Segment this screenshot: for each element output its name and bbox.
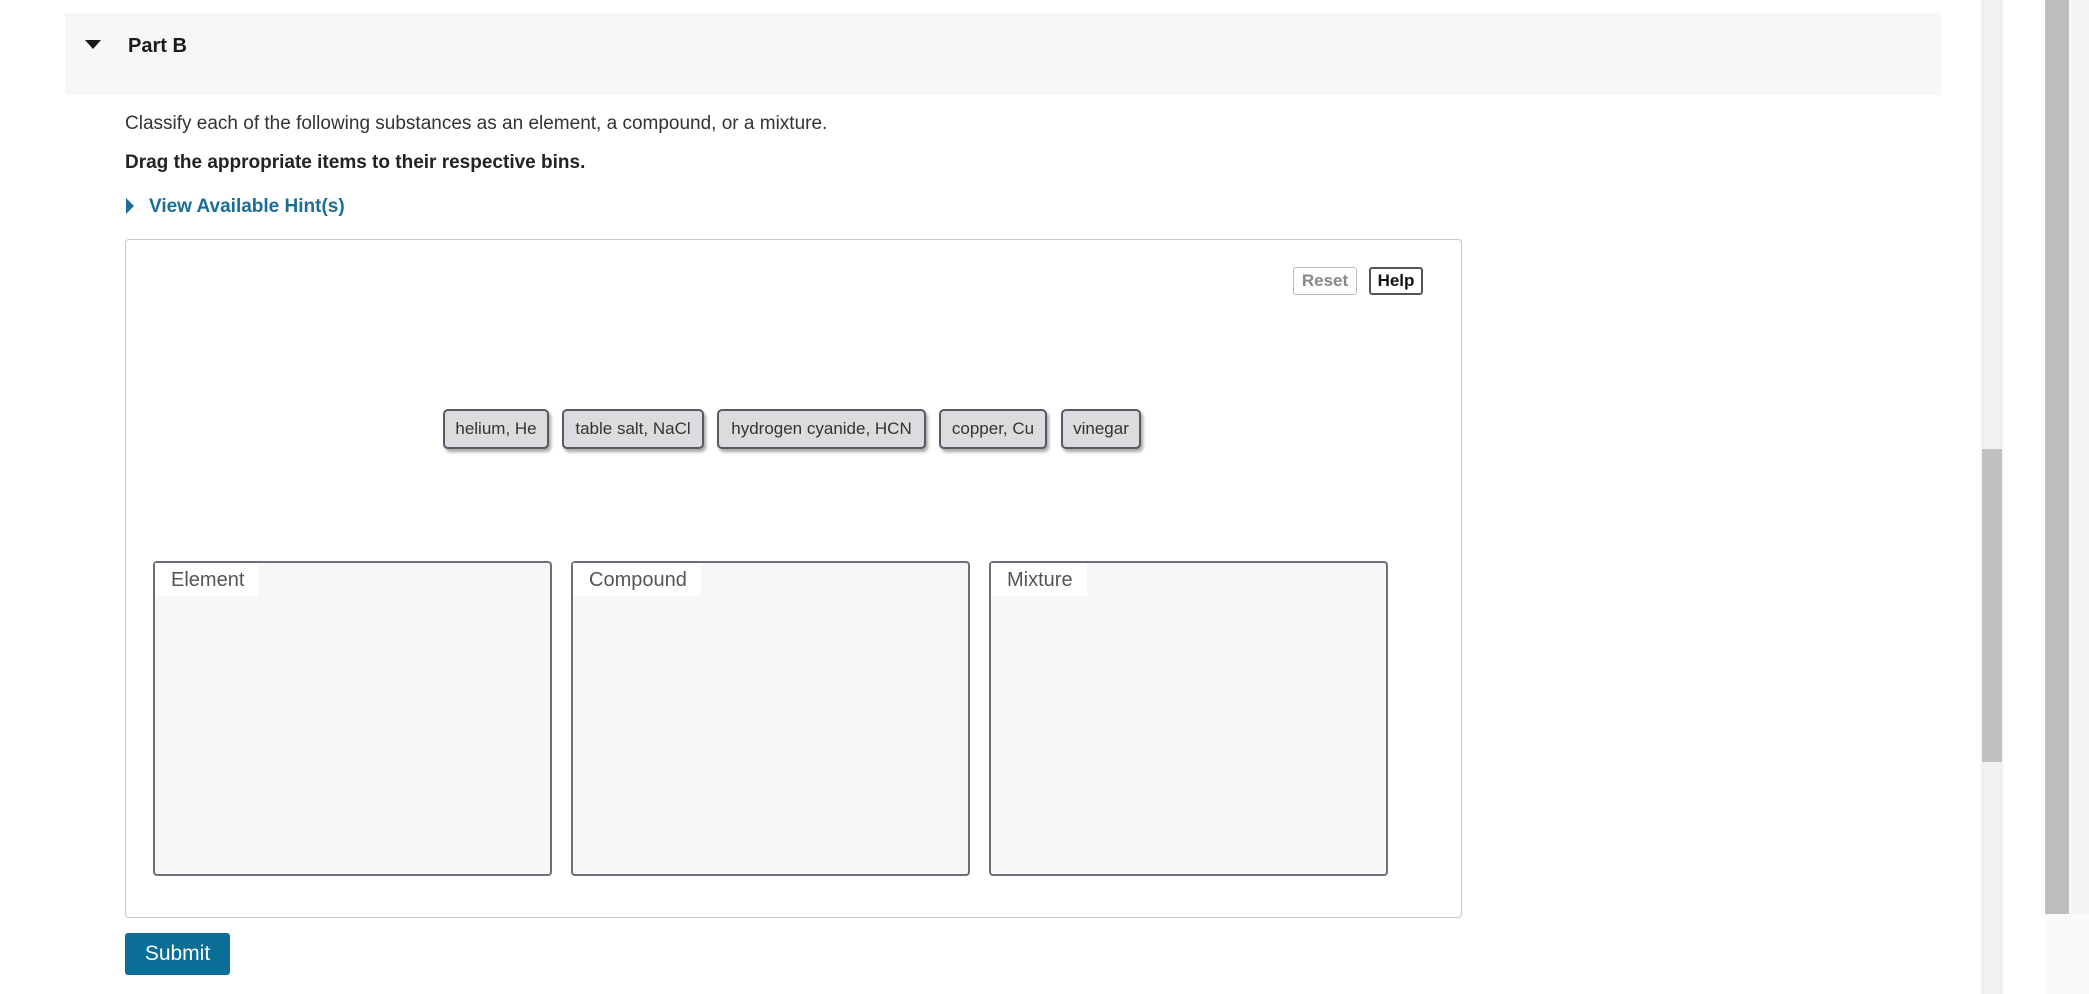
bin-element[interactable]: Element	[153, 561, 552, 876]
part-title: Part B	[128, 35, 187, 57]
submit-button[interactable]: Submit	[125, 933, 230, 975]
reset-button[interactable]: Reset	[1293, 267, 1357, 295]
part-header[interactable]	[65, 13, 1941, 95]
caret-right-icon[interactable]	[126, 198, 134, 214]
help-button[interactable]: Help	[1369, 267, 1423, 295]
question-instruction: Drag the appropriate items to their resp…	[125, 152, 586, 173]
bin-mixture[interactable]: Mixture	[989, 561, 1388, 876]
view-hints-link[interactable]: View Available Hint(s)	[149, 196, 345, 218]
draggable-item-copper[interactable]: copper, Cu	[939, 409, 1047, 449]
bin-label-compound: Compound	[573, 563, 701, 596]
outer-scrollbar-thumb[interactable]	[2046, 0, 2068, 914]
draggable-item-helium[interactable]: helium, He	[443, 409, 549, 449]
draggable-item-vinegar[interactable]: vinegar	[1061, 409, 1141, 449]
window-edge	[2069, 0, 2089, 994]
bin-label-mixture: Mixture	[991, 563, 1087, 596]
caret-down-icon[interactable]	[85, 40, 101, 49]
outer-scrollbar-corner	[2045, 914, 2089, 994]
draggable-item-hydrogen-cyanide[interactable]: hydrogen cyanide, HCN	[717, 409, 926, 449]
draggable-item-table-salt[interactable]: table salt, NaCl	[562, 409, 704, 449]
page-scrollbar-thumb[interactable]	[1982, 449, 2002, 762]
bin-compound[interactable]: Compound	[571, 561, 970, 876]
question-text: Classify each of the following substance…	[125, 113, 828, 134]
bin-label-element: Element	[155, 563, 259, 596]
